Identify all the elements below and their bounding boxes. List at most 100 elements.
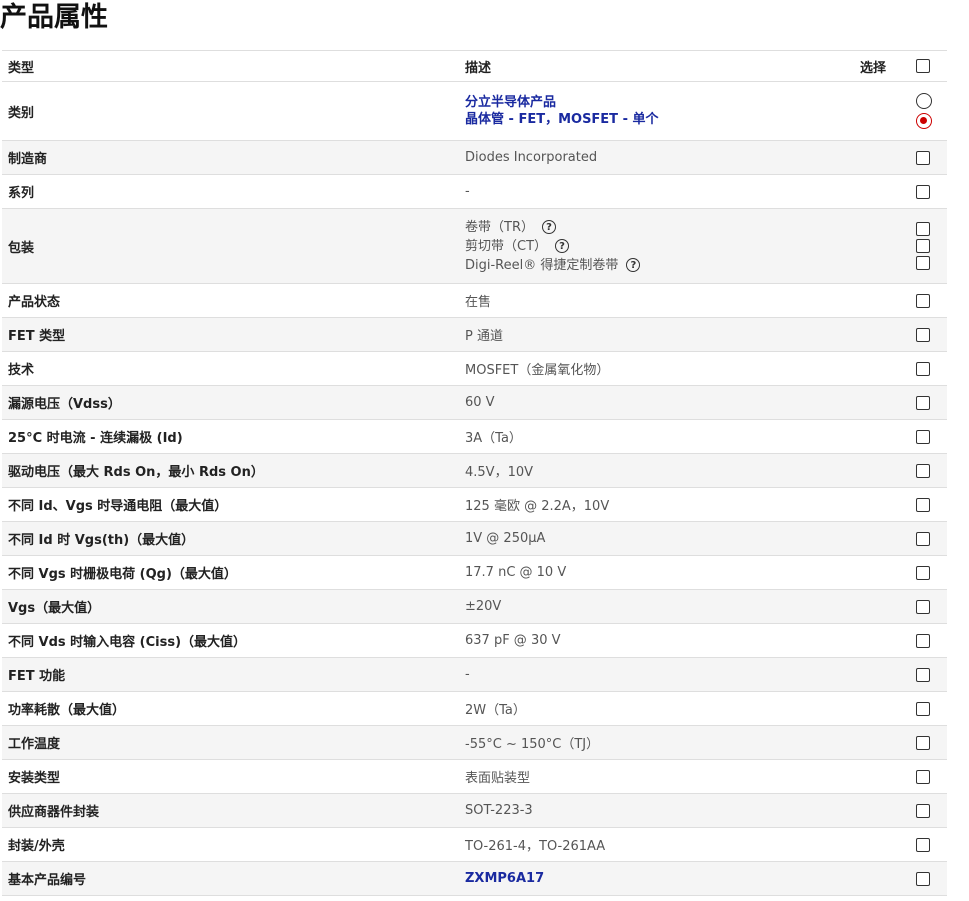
- row-checkbox[interactable]: [916, 327, 930, 342]
- row-checkbox[interactable]: [916, 429, 930, 444]
- row-label: 工作温度: [8, 737, 61, 752]
- table-row: FET 功能 -: [2, 658, 947, 692]
- table-row: 不同 Vds 时输入电容 (Ciss)（最大值） 637 pF @ 30 V: [2, 624, 947, 658]
- row-label: 不同 Id、Vgs 时导通电阻（最大值）: [8, 499, 228, 514]
- table-row: 不同 Id 时 Vgs(th)（最大值） 1V @ 250µA: [2, 522, 947, 556]
- package-option: Digi-Reel® 得捷定制卷带: [465, 257, 619, 273]
- package-checkbox[interactable]: [916, 239, 930, 253]
- row-value: 2W（Ta）: [465, 703, 526, 718]
- row-value: 637 pF @ 30 V: [465, 633, 561, 648]
- row-label: 基本产品编号: [8, 873, 87, 888]
- row-label: 25°C 时电流 - 连续漏极 (Id): [8, 431, 183, 446]
- table-row: Vgs（最大值） ±20V: [2, 590, 947, 624]
- row-value: -55°C ~ 150°C（TJ）: [465, 737, 600, 752]
- row-checkbox[interactable]: [916, 667, 930, 682]
- row-label: 供应商器件封装: [8, 805, 100, 820]
- category-link-fet[interactable]: 晶体管 - FET，MOSFET - 单个: [465, 111, 659, 128]
- row-label: 封装/外壳: [8, 839, 65, 854]
- category-radio-discrete[interactable]: [916, 93, 932, 109]
- category-link-discrete[interactable]: 分立半导体产品: [465, 94, 659, 111]
- table-row: 安装类型 表面贴装型: [2, 760, 947, 794]
- row-label: 功率耗散（最大值）: [8, 703, 126, 718]
- package-option: 卷带（TR）: [465, 219, 534, 235]
- table-row-package: 包装 卷带（TR）? 剪切带（CT）? Digi-Reel® 得捷定制卷带?: [2, 209, 947, 284]
- row-value: -: [465, 667, 470, 682]
- row-label: 安装类型: [8, 771, 61, 786]
- table-row: FET 类型 P 通道: [2, 318, 947, 352]
- row-checkbox[interactable]: [916, 293, 930, 308]
- row-label: 产品状态: [8, 295, 61, 310]
- table-row-category: 类别 分立半导体产品 晶体管 - FET，MOSFET - 单个: [2, 82, 947, 141]
- row-value: 4.5V，10V: [465, 465, 534, 480]
- row-label: FET 类型: [8, 329, 66, 344]
- table-row: 基本产品编号 ZXMP6A17: [2, 862, 947, 896]
- help-icon[interactable]: ?: [541, 220, 556, 234]
- help-icon[interactable]: ?: [626, 258, 641, 272]
- row-value: 17.7 nC @ 10 V: [465, 565, 567, 580]
- row-label: 制造商: [8, 152, 48, 167]
- row-label: FET 功能: [8, 669, 66, 684]
- row-checkbox[interactable]: [916, 531, 930, 546]
- table-row: 漏源电压（Vdss） 60 V: [2, 386, 947, 420]
- page-title: 产品属性: [0, 2, 108, 33]
- select-all-checkbox[interactable]: [916, 59, 930, 73]
- row-checkbox[interactable]: [916, 150, 930, 165]
- row-checkbox[interactable]: [916, 871, 930, 886]
- row-label: 不同 Vgs 时栅极电荷 (Qg)（最大值）: [8, 567, 237, 582]
- row-label: 技术: [8, 363, 35, 378]
- attributes-table: 类型 描述 选择 类别 分立半导体产品 晶体管 - FET，MOSFET - 单…: [2, 50, 947, 896]
- package-option: 剪切带（CT）: [465, 238, 548, 254]
- row-value: 表面贴装型: [465, 771, 531, 786]
- row-value: TO-261-4，TO-261AA: [465, 839, 606, 854]
- row-value: 1V @ 250µA: [465, 531, 546, 546]
- row-label: 不同 Vds 时输入电容 (Ciss)（最大值）: [8, 635, 247, 650]
- table-row: 功率耗散（最大值） 2W（Ta）: [2, 692, 947, 726]
- row-checkbox[interactable]: [916, 184, 930, 199]
- row-value: 在售: [465, 295, 492, 310]
- row-checkbox[interactable]: [916, 837, 930, 852]
- row-checkbox[interactable]: [916, 633, 930, 648]
- table-row: 产品状态 在售: [2, 284, 947, 318]
- row-checkbox[interactable]: [916, 735, 930, 750]
- row-checkbox[interactable]: [916, 361, 930, 376]
- table-row: 制造商 Diodes Incorporated: [2, 141, 947, 175]
- row-checkbox[interactable]: [916, 701, 930, 716]
- row-label: 包装: [8, 240, 35, 256]
- row-checkbox[interactable]: [916, 769, 930, 784]
- row-checkbox[interactable]: [916, 565, 930, 580]
- row-value: P 通道: [465, 329, 503, 344]
- table-row: 供应商器件封装 SOT-223-3: [2, 794, 947, 828]
- help-icon[interactable]: ?: [555, 239, 570, 253]
- package-checkbox[interactable]: [916, 256, 930, 270]
- table-row: 25°C 时电流 - 连续漏极 (Id) 3A（Ta）: [2, 420, 947, 454]
- row-label: 漏源电压（Vdss）: [8, 397, 121, 412]
- table-row: 技术 MOSFET（金属氧化物）: [2, 352, 947, 386]
- base-part-number-link[interactable]: ZXMP6A17: [465, 871, 544, 886]
- package-checkbox[interactable]: [916, 222, 930, 236]
- row-value: -: [465, 184, 470, 199]
- row-checkbox[interactable]: [916, 599, 930, 614]
- row-label: Vgs（最大值）: [8, 601, 101, 616]
- table-header: 类型 描述 选择: [2, 50, 947, 82]
- header-type: 类型: [8, 60, 35, 76]
- row-checkbox[interactable]: [916, 497, 930, 512]
- row-checkbox[interactable]: [916, 463, 930, 478]
- row-value: Diodes Incorporated: [465, 150, 598, 165]
- row-checkbox[interactable]: [916, 395, 930, 410]
- category-radio-fet[interactable]: [916, 113, 932, 129]
- header-select: 选择: [860, 60, 887, 76]
- row-label: 驱动电压（最大 Rds On，最小 Rds On）: [8, 465, 264, 480]
- row-label: 类别: [8, 105, 35, 121]
- table-row: 驱动电压（最大 Rds On，最小 Rds On） 4.5V，10V: [2, 454, 947, 488]
- row-value: 125 毫欧 @ 2.2A，10V: [465, 499, 610, 514]
- row-value: ±20V: [465, 599, 502, 614]
- table-row: 封装/外壳 TO-261-4，TO-261AA: [2, 828, 947, 862]
- row-value: 60 V: [465, 395, 495, 410]
- row-value: SOT-223-3: [465, 803, 533, 818]
- row-label: 系列: [8, 186, 35, 201]
- row-value: 3A（Ta）: [465, 431, 522, 446]
- row-checkbox[interactable]: [916, 803, 930, 818]
- table-row: 系列 -: [2, 175, 947, 209]
- table-row: 工作温度 -55°C ~ 150°C（TJ）: [2, 726, 947, 760]
- table-row: 不同 Id、Vgs 时导通电阻（最大值） 125 毫欧 @ 2.2A，10V: [2, 488, 947, 522]
